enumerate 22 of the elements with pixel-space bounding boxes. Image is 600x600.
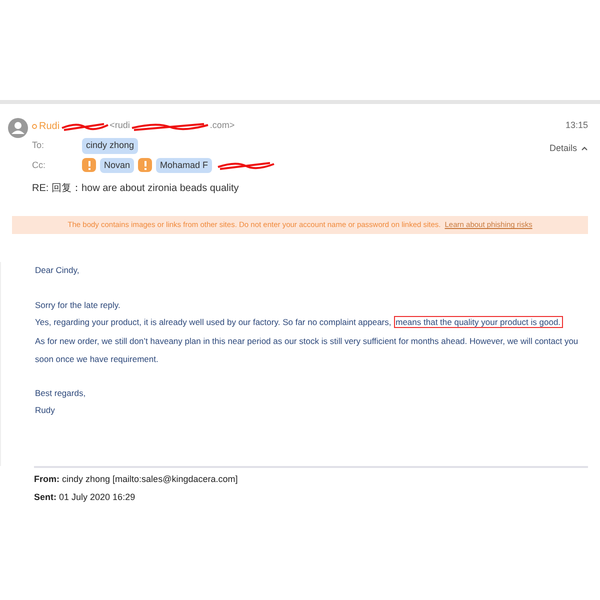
- avatar-icon: [8, 118, 28, 138]
- recipient-chip[interactable]: cindy zhong: [82, 138, 138, 154]
- from-line: From: cindy zhong [mailto:sales@kingdacera.com]: [34, 472, 239, 486]
- details-button[interactable]: Details: [549, 142, 588, 156]
- redaction-scribble: [60, 120, 110, 132]
- signature: Rudy: [35, 404, 56, 417]
- sent-line: Sent: 01 July 2020 16:29: [34, 490, 136, 504]
- sender-address: <rudi: [110, 119, 130, 132]
- body-paragraph: Yes, regarding your product, it is already well used by our factory. So far no complaint appears, means that the quality your product is good.: [35, 315, 564, 330]
- to-label: To:: [32, 139, 46, 152]
- sender-address: .com>: [210, 119, 235, 132]
- cc-label: Cc:: [32, 158, 46, 172]
- closing: Best regards,: [35, 386, 87, 400]
- redaction-scribble: [216, 159, 276, 172]
- recipient-chip[interactable]: Mohamad F: [156, 158, 212, 173]
- recipient-chip[interactable]: Novan: [100, 158, 134, 173]
- body-paragraph: Sorry for the late reply.: [35, 298, 122, 312]
- greeting: Dear Cindy,: [35, 264, 80, 277]
- email-subject: RE: 回复：how are about zironia beads quality: [32, 182, 240, 196]
- time: 13:15: [565, 119, 588, 132]
- body-paragraph: As for new order, we still don’t haveany plan in this near period as our stock is still very sufficient for months ahead. However, we will contact you soon once we have requirement.: [35, 334, 580, 366]
- chevron-icon: [581, 146, 588, 152]
